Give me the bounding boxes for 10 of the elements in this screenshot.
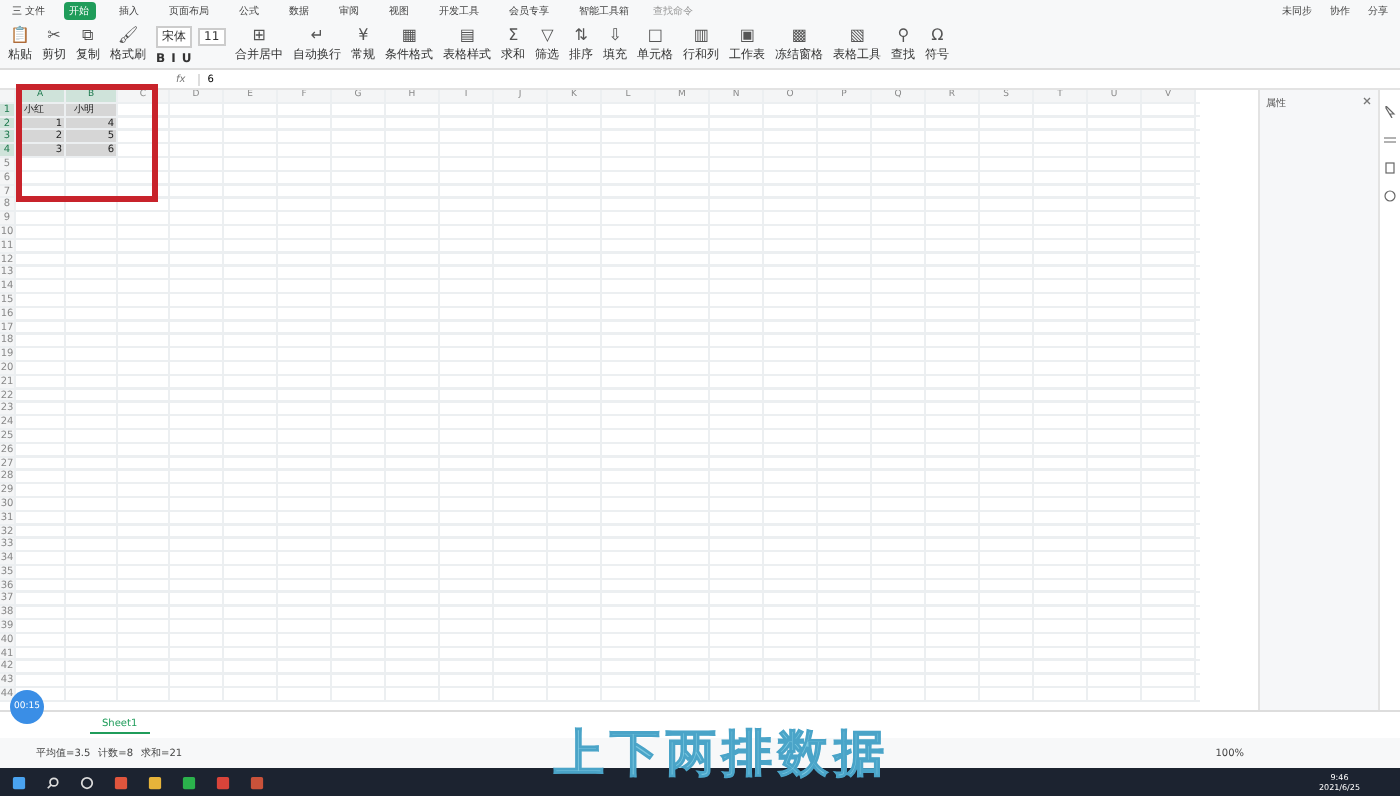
cursor-icon[interactable]: [1384, 106, 1396, 118]
circle-icon[interactable]: [80, 775, 94, 789]
subtitle: 上下两排数据: [554, 722, 890, 786]
document-icon[interactable]: [1384, 162, 1396, 174]
app-icon[interactable]: [216, 775, 230, 789]
app-icon[interactable]: [250, 775, 264, 789]
search-icon[interactable]: [46, 775, 60, 789]
app-icon[interactable]: [114, 775, 128, 789]
annotation-frame: [16, 84, 158, 202]
close-icon[interactable]: [1362, 96, 1372, 106]
